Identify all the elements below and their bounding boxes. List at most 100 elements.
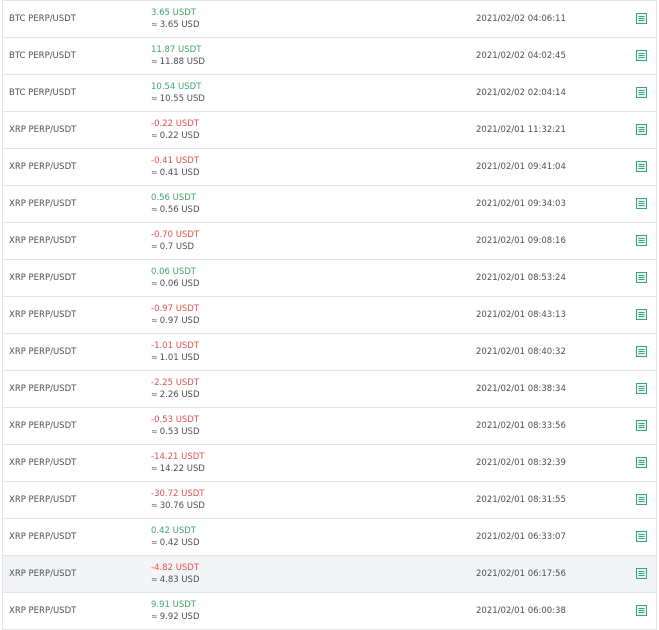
approx-symbol: ≈ [151, 242, 158, 251]
document-icon[interactable] [636, 605, 647, 616]
amount-cell: -1.01 USDT ≈1.01 USD [151, 341, 200, 364]
amount-usd-line: ≈0.7 USD [151, 241, 199, 253]
table-row: XRP PERP/USDT -2.25 USDT ≈2.26 USD 2021/02/… [3, 371, 656, 408]
table-row: XRP PERP/USDT -0.97 USDT ≈0.97 USD 2021/02/… [3, 297, 656, 334]
approx-symbol: ≈ [151, 464, 158, 473]
pair-label: XRP PERP/USDT [9, 495, 77, 505]
amount-usd-line: ≈0.22 USD [151, 130, 200, 142]
amount-cell: 10.54 USDT ≈10.55 USD [151, 82, 205, 105]
amount-cell: 0.56 USDT ≈0.56 USD [151, 193, 200, 216]
amount-usdt: 0.42 USDT [151, 526, 196, 536]
amount-usd-line: ≈0.97 USD [151, 315, 200, 327]
timestamp: 2021/02/01 09:08:16 [476, 236, 566, 246]
amount-usdt: 3.65 USDT [151, 8, 196, 18]
amount-usd: 30.76 USD [159, 501, 205, 511]
timestamp: 2021/02/02 04:02:45 [476, 51, 566, 61]
table-row: XRP PERP/USDT -30.72 USDT ≈30.76 USD 2021/0… [3, 482, 656, 519]
timestamp: 2021/02/02 02:04:14 [476, 88, 566, 98]
timestamp: 2021/02/01 08:43:13 [476, 310, 566, 320]
timestamp: 2021/02/01 09:41:04 [476, 162, 566, 172]
history-table: BTC PERP/USDT 3.65 USDT ≈3.65 USD 2021/02/0… [2, 0, 657, 630]
amount-usd: 4.83 USD [159, 575, 200, 585]
table-row: XRP PERP/USDT 0.56 USDT ≈0.56 USD 2021/02/0… [3, 186, 656, 223]
amount-usd-line: ≈4.83 USD [151, 574, 200, 586]
amount-cell: 9.91 USDT ≈9.92 USD [151, 600, 200, 623]
approx-symbol: ≈ [151, 168, 158, 177]
amount-cell: -0.70 USDT ≈0.7 USD [151, 230, 199, 253]
pair-label: XRP PERP/USDT [9, 606, 77, 616]
pair-label: XRP PERP/USDT [9, 199, 77, 209]
amount-usd: 2.26 USD [159, 390, 200, 400]
timestamp: 2021/02/01 08:31:55 [476, 495, 566, 505]
approx-symbol: ≈ [151, 501, 158, 510]
amount-cell: 0.42 USDT ≈0.42 USD [151, 526, 200, 549]
amount-usd-line: ≈0.42 USD [151, 537, 200, 549]
amount-usd-line: ≈0.06 USD [151, 278, 200, 290]
table-row: XRP PERP/USDT -0.41 USDT ≈0.41 USD 2021/02/… [3, 149, 656, 186]
approx-symbol: ≈ [151, 353, 158, 362]
pair-label: BTC PERP/USDT [9, 14, 76, 24]
amount-usd: 0.42 USD [159, 538, 200, 548]
amount-usdt: -30.72 USDT [151, 489, 205, 499]
table-row: XRP PERP/USDT 0.42 USDT ≈0.42 USD 2021/02/0… [3, 519, 656, 556]
amount-cell: 3.65 USDT ≈3.65 USD [151, 8, 200, 31]
amount-usd: 14.22 USD [159, 464, 205, 474]
document-icon[interactable] [636, 494, 647, 505]
amount-usd-line: ≈2.26 USD [151, 389, 200, 401]
table-row: XRP PERP/USDT -4.82 USDT ≈4.83 USD 2021/02/… [3, 556, 656, 593]
timestamp: 2021/02/01 06:33:07 [476, 532, 566, 542]
document-icon[interactable] [636, 346, 647, 357]
document-icon[interactable] [636, 87, 647, 98]
amount-usd: 1.01 USD [159, 353, 200, 363]
document-icon[interactable] [636, 235, 647, 246]
amount-usd-line: ≈10.55 USD [151, 93, 205, 105]
amount-usd: 10.55 USD [159, 94, 205, 104]
document-icon[interactable] [636, 383, 647, 394]
pair-label: BTC PERP/USDT [9, 88, 76, 98]
pair-label: BTC PERP/USDT [9, 51, 76, 61]
timestamp: 2021/02/01 08:32:39 [476, 458, 566, 468]
amount-usd: 0.7 USD [159, 242, 195, 252]
amount-usd: 9.92 USD [159, 612, 200, 622]
amount-usdt: 10.54 USDT [151, 82, 202, 92]
amount-usdt: -2.25 USDT [151, 378, 200, 388]
timestamp: 2021/02/01 08:33:56 [476, 421, 566, 431]
timestamp: 2021/02/01 09:34:03 [476, 199, 566, 209]
pair-label: XRP PERP/USDT [9, 384, 77, 394]
document-icon[interactable] [636, 531, 647, 542]
document-icon[interactable] [636, 124, 647, 135]
approx-symbol: ≈ [151, 427, 158, 436]
table-row: XRP PERP/USDT 9.91 USDT ≈9.92 USD 2021/02/0… [3, 593, 656, 630]
timestamp: 2021/02/01 08:40:32 [476, 347, 566, 357]
amount-usd-line: ≈30.76 USD [151, 500, 205, 512]
document-icon[interactable] [636, 457, 647, 468]
amount-cell: -2.25 USDT ≈2.26 USD [151, 378, 200, 401]
pair-label: XRP PERP/USDT [9, 458, 77, 468]
amount-usd-line: ≈0.53 USD [151, 426, 200, 438]
amount-usdt: -0.97 USDT [151, 304, 200, 314]
timestamp: 2021/02/01 11:32:21 [476, 125, 566, 135]
document-icon[interactable] [636, 420, 647, 431]
pair-label: XRP PERP/USDT [9, 236, 77, 246]
document-icon[interactable] [636, 309, 647, 320]
document-icon[interactable] [636, 568, 647, 579]
table-row: BTC PERP/USDT 10.54 USDT ≈10.55 USD 2021/02… [3, 75, 656, 112]
pair-label: XRP PERP/USDT [9, 569, 77, 579]
amount-cell: -0.53 USDT ≈0.53 USD [151, 415, 200, 438]
document-icon[interactable] [636, 198, 647, 209]
approx-symbol: ≈ [151, 390, 158, 399]
document-icon[interactable] [636, 161, 647, 172]
table-row: XRP PERP/USDT -0.70 USDT ≈0.7 USD 2021/02/0… [3, 223, 656, 260]
amount-cell: 0.06 USDT ≈0.06 USD [151, 267, 200, 290]
pair-label: XRP PERP/USDT [9, 532, 77, 542]
approx-symbol: ≈ [151, 131, 158, 140]
document-icon[interactable] [636, 13, 647, 24]
document-icon[interactable] [636, 50, 647, 61]
amount-usd: 0.41 USD [159, 168, 200, 178]
amount-usdt: -14.21 USDT [151, 452, 205, 462]
amount-cell: -0.97 USDT ≈0.97 USD [151, 304, 200, 327]
amount-usd: 0.53 USD [159, 427, 200, 437]
amount-cell: -14.21 USDT ≈14.22 USD [151, 452, 205, 475]
amount-usdt: 0.06 USDT [151, 267, 196, 277]
document-icon[interactable] [636, 272, 647, 283]
